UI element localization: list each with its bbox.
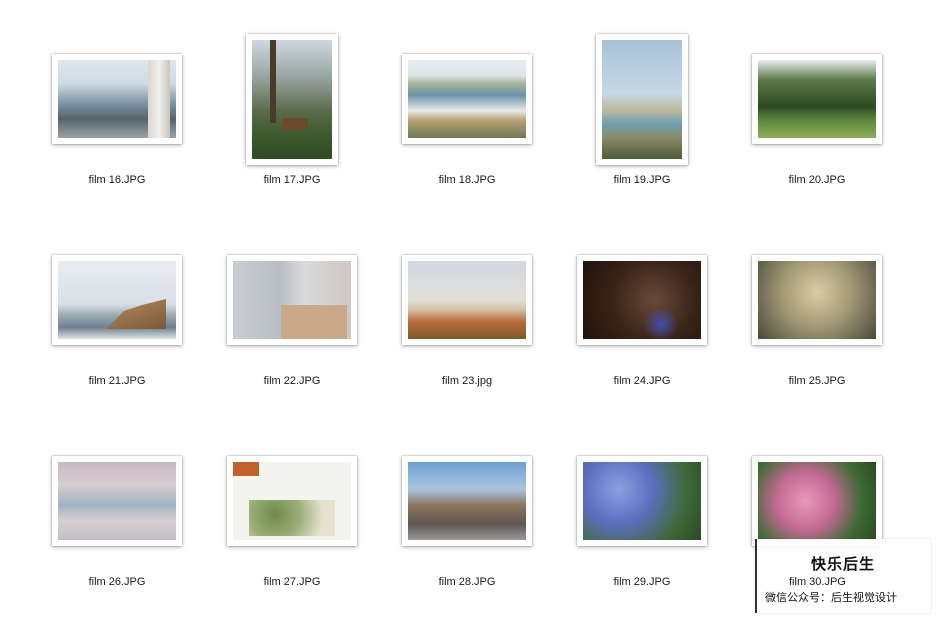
photo-bokeh-lights xyxy=(758,261,876,339)
thumbnail[interactable] xyxy=(577,456,707,546)
thumbnail[interactable] xyxy=(52,54,182,144)
photo-street xyxy=(408,462,526,540)
thumbnail[interactable] xyxy=(752,255,882,345)
thumbnail[interactable] xyxy=(752,54,882,144)
photo-beach-coast xyxy=(408,60,526,138)
file-grid: film 16.JPG film 17.JPG film 18.JPG film… xyxy=(0,0,938,626)
photo-park-trees xyxy=(758,60,876,138)
watermark-title: 快乐后生 xyxy=(810,555,875,573)
file-name-label[interactable]: film 25.JPG xyxy=(729,375,905,387)
thumbnail[interactable] xyxy=(596,33,688,165)
photo-coast-people xyxy=(602,39,682,159)
file-name-label[interactable]: film 19.JPG xyxy=(554,174,730,186)
photo-bar-lights xyxy=(583,261,701,339)
thumbnail[interactable] xyxy=(52,255,182,345)
file-name-label[interactable]: film 28.JPG xyxy=(379,576,555,588)
thumbnail[interactable] xyxy=(402,54,532,144)
file-name-label[interactable]: film 29.JPG xyxy=(554,576,730,588)
file-item-film-17[interactable]: film 17.JPG xyxy=(204,24,380,224)
file-item-film-27[interactable]: film 27.JPG xyxy=(204,426,380,626)
file-name-label[interactable]: film 22.JPG xyxy=(204,375,380,387)
thumbnail[interactable] xyxy=(52,456,182,546)
file-item-film-16[interactable]: film 16.JPG xyxy=(29,24,205,224)
file-name-label[interactable]: film 17.JPG xyxy=(204,174,380,186)
file-item-film-26[interactable]: film 26.JPG xyxy=(29,426,205,626)
file-name-label[interactable]: film 24.JPG xyxy=(554,375,730,387)
watermark-divider xyxy=(755,539,757,613)
file-item-film-19[interactable]: film 19.JPG xyxy=(554,24,730,224)
thumbnail[interactable] xyxy=(402,456,532,546)
file-item-film-21[interactable]: film 21.JPG xyxy=(29,225,205,425)
file-item-film-22[interactable]: film 22.JPG xyxy=(204,225,380,425)
file-item-film-24[interactable]: film 24.JPG xyxy=(554,225,730,425)
photo-city-harbor xyxy=(58,60,176,138)
file-name-label[interactable]: film 23.jpg xyxy=(379,375,555,387)
thumbnail[interactable] xyxy=(402,255,532,345)
file-name-label[interactable]: film 30.JPG xyxy=(789,576,849,588)
photo-ferris-wheel-sky xyxy=(58,462,176,540)
photo-pink-hydrangea xyxy=(758,462,876,540)
file-item-film-25[interactable]: film 25.JPG xyxy=(729,225,905,425)
photo-blue-hydrangea xyxy=(583,462,701,540)
file-name-label[interactable]: film 18.JPG xyxy=(379,174,555,186)
thumbnail[interactable] xyxy=(752,456,882,546)
file-item-film-28[interactable]: film 28.JPG xyxy=(379,426,555,626)
thumbnail[interactable] xyxy=(577,255,707,345)
watermark-subtitle: 微信公众号：后生视觉设计 xyxy=(765,591,897,604)
file-item-film-20[interactable]: film 20.JPG xyxy=(729,24,905,224)
file-name-label[interactable]: film 20.JPG xyxy=(729,174,905,186)
file-item-film-18[interactable]: film 18.JPG xyxy=(379,24,555,224)
file-name-label[interactable]: film 26.JPG xyxy=(29,576,205,588)
photo-sea-rocks xyxy=(58,261,176,339)
file-name-label[interactable]: film 21.JPG xyxy=(29,375,205,387)
file-name-label[interactable]: film 16.JPG xyxy=(29,174,205,186)
thumbnail[interactable] xyxy=(227,456,357,546)
photo-succulents xyxy=(233,462,351,540)
file-name-label[interactable]: film 27.JPG xyxy=(204,576,380,588)
photo-park-bench xyxy=(252,39,332,159)
thumbnail[interactable] xyxy=(246,33,338,165)
photo-wooden-box xyxy=(233,261,351,339)
photo-city-sunset xyxy=(408,261,526,339)
file-item-film-23[interactable]: film 23.jpg xyxy=(379,225,555,425)
thumbnail[interactable] xyxy=(227,255,357,345)
file-item-film-29[interactable]: film 29.JPG xyxy=(554,426,730,626)
